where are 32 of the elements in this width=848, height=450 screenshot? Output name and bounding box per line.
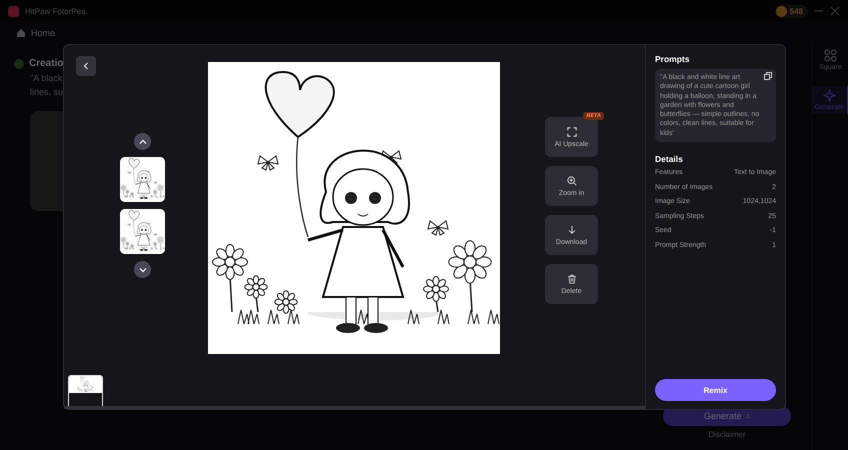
scroll-down-button[interactable] xyxy=(134,261,151,278)
back-button[interactable] xyxy=(76,56,96,76)
chevron-left-icon xyxy=(82,62,90,70)
thumbnail[interactable] xyxy=(120,157,165,202)
download-arrow-icon xyxy=(566,224,576,234)
zoom-in-icon xyxy=(566,176,576,186)
coin-balance[interactable]: 548 xyxy=(774,4,808,18)
coin-icon xyxy=(776,6,787,16)
thumbnail-drawing xyxy=(120,157,165,202)
copy-icon[interactable] xyxy=(764,72,772,80)
creation-prompt-text: lines, su xyxy=(29,87,64,97)
history-thumbnail[interactable] xyxy=(68,374,103,409)
chevron-up-icon xyxy=(138,138,146,146)
creation-icon xyxy=(14,58,24,68)
thumbnail[interactable] xyxy=(120,209,165,254)
grid-icon xyxy=(824,49,837,62)
remix-button[interactable]: Remix xyxy=(655,379,776,401)
app-title: HitPaw FotorPea xyxy=(25,6,86,16)
chevron-down-icon xyxy=(138,266,146,274)
trash-icon xyxy=(566,274,576,284)
details-heading: Details xyxy=(655,154,684,164)
home-icon xyxy=(16,28,26,38)
scroll-up-button[interactable] xyxy=(134,133,151,150)
sparkle-icon xyxy=(823,89,836,102)
app-logo-icon xyxy=(8,6,19,16)
thumbnail-drawing xyxy=(120,209,165,254)
expand-corners-icon xyxy=(566,126,576,136)
prompts-heading: Prompts xyxy=(655,54,690,64)
creation-prompt-text: "A black xyxy=(29,73,64,83)
home-link[interactable]: Home xyxy=(31,28,56,38)
coin-count: 548 xyxy=(790,6,803,16)
creation-title: Creatio xyxy=(29,58,64,69)
